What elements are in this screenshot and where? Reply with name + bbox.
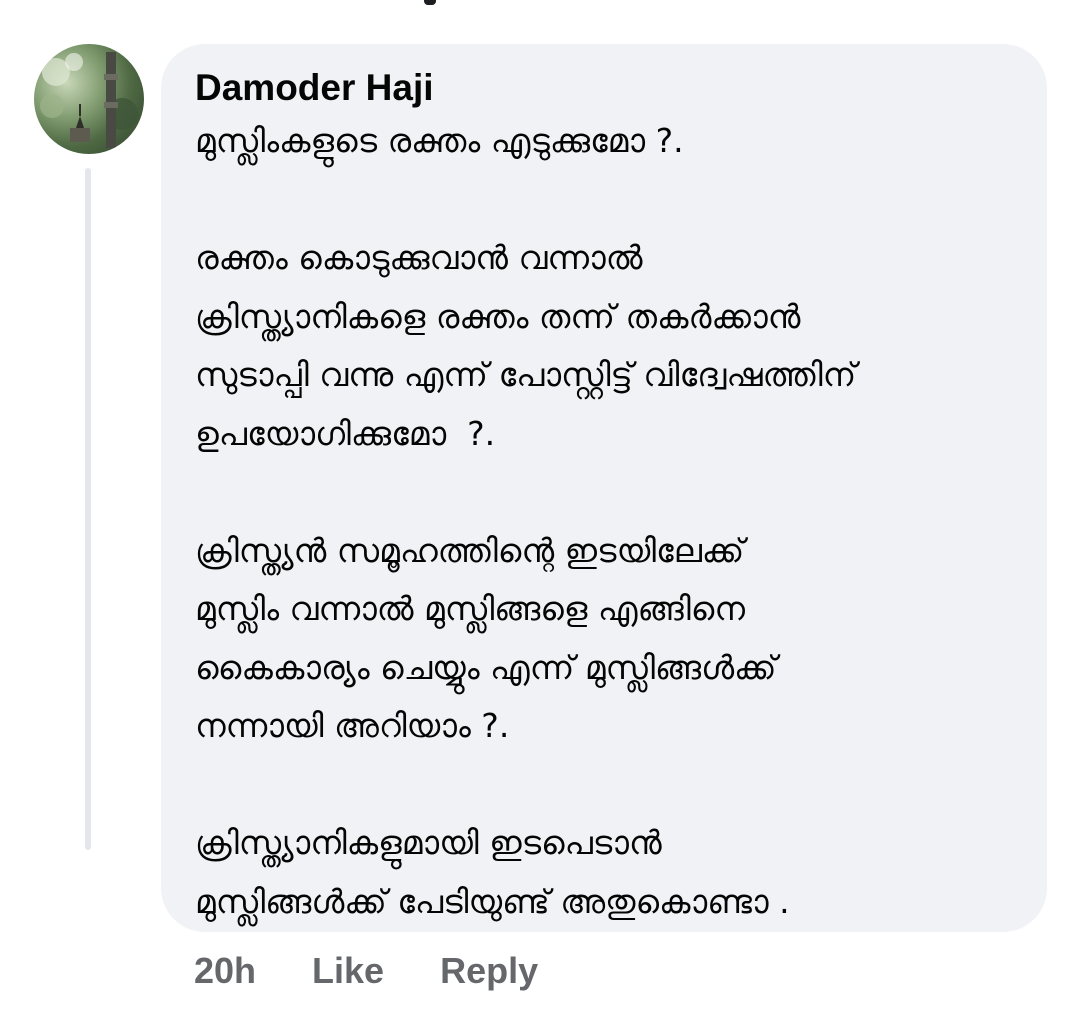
like-button[interactable]: Like	[312, 950, 384, 992]
comment-bubble: Damoder Haji മുസ്ലിംകളുടെ രക്തം എടുക്കുമ…	[161, 44, 1047, 932]
comment-actions: 20h Like Reply	[194, 950, 538, 992]
avatar[interactable]	[34, 44, 144, 154]
comment-text: മുസ്ലിംകളുടെ രക്തം എടുക്കുമോ ?. രക്തം കൊ…	[195, 121, 857, 921]
previous-content-fragment	[424, 0, 436, 5]
comment-author[interactable]: Damoder Haji	[195, 66, 1013, 110]
comment-timestamp[interactable]: 20h	[194, 950, 256, 992]
avatar-photo-icon	[40, 52, 138, 148]
reply-button[interactable]: Reply	[440, 950, 538, 992]
thread-line	[85, 168, 91, 850]
